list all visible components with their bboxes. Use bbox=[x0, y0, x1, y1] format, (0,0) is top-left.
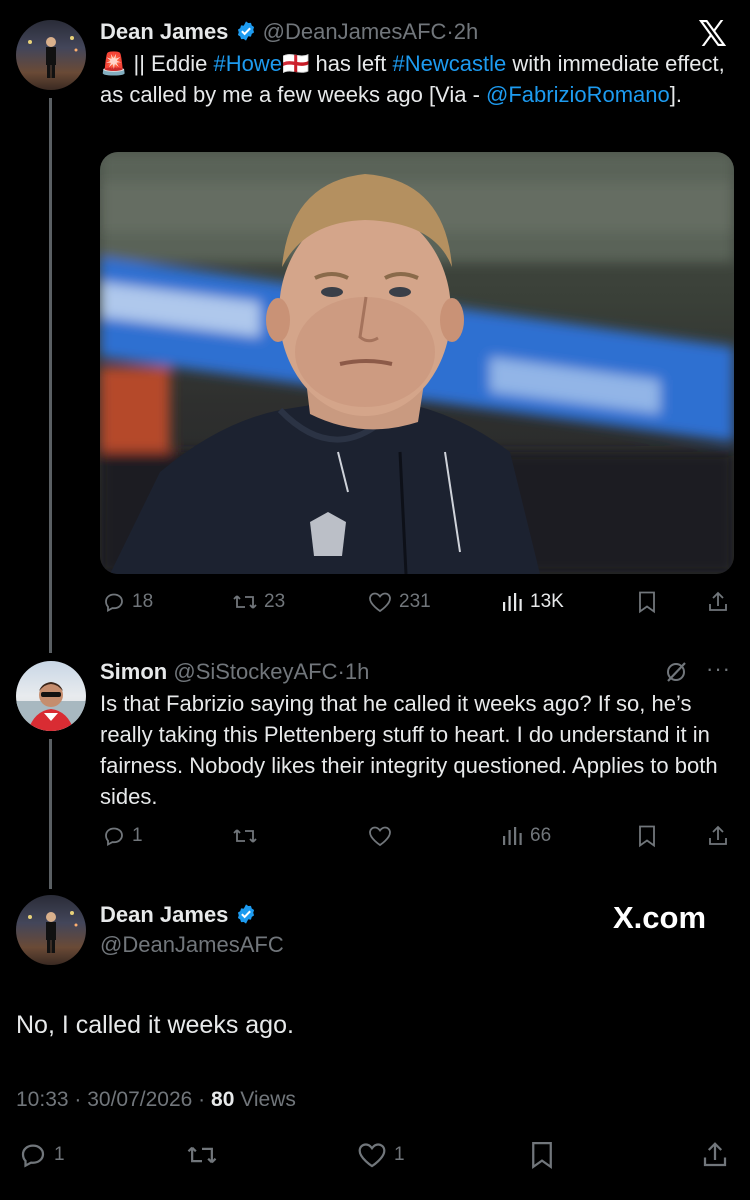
like-button[interactable]: 231 bbox=[367, 590, 431, 614]
verified-badge-icon bbox=[235, 20, 257, 49]
bookmark-icon bbox=[532, 1142, 552, 1170]
bookmark-button[interactable] bbox=[528, 1140, 556, 1170]
post-time[interactable]: 10:33 bbox=[16, 1088, 69, 1111]
avatar[interactable] bbox=[16, 895, 86, 965]
post-date[interactable]: 30/07/2026 bbox=[87, 1088, 192, 1111]
repost-button[interactable]: 23 bbox=[232, 590, 285, 614]
bookmark-button[interactable] bbox=[636, 590, 658, 614]
share-icon bbox=[709, 825, 727, 845]
views-count: 13K bbox=[530, 591, 564, 612]
avatar[interactable] bbox=[16, 20, 86, 90]
heart-icon bbox=[369, 826, 391, 847]
hashtag-link[interactable]: #Howe bbox=[213, 51, 281, 76]
tweet-header: Simon @SiStockeyAFC·1h bbox=[100, 658, 369, 686]
like-button[interactable]: 1 bbox=[356, 1140, 405, 1170]
like-button[interactable] bbox=[367, 824, 393, 848]
handle[interactable]: @DeanJamesAFC bbox=[100, 931, 284, 959]
separator-dot: · bbox=[337, 659, 345, 684]
share-icon bbox=[709, 591, 727, 611]
x-com-watermark: X.com bbox=[613, 900, 707, 935]
repost-button[interactable] bbox=[186, 1140, 218, 1170]
views-bars-icon bbox=[503, 593, 522, 611]
tweet-text: Is that Fabrizio saying that he called i… bbox=[100, 691, 718, 809]
handle[interactable]: @DeanJamesAFC bbox=[263, 19, 447, 44]
avatar[interactable] bbox=[16, 661, 86, 731]
mention-link[interactable]: @FabrizioRomano bbox=[486, 82, 670, 107]
reply-button[interactable]: 1 bbox=[102, 824, 143, 848]
views-count: 66 bbox=[530, 825, 552, 846]
share-button[interactable] bbox=[700, 1140, 730, 1170]
views-count: 80 bbox=[211, 1088, 235, 1111]
views-bars-icon bbox=[503, 827, 522, 845]
tweet-text: 🚨 || Eddie #Howe🏴󠁧󠁢󠁥󠁮󠁧󠁿 has left #Newcas… bbox=[100, 51, 725, 107]
grok-icon[interactable] bbox=[664, 660, 688, 689]
thread-line bbox=[49, 739, 52, 889]
reply-button[interactable]: 1 bbox=[18, 1140, 65, 1170]
tweet-text: No, I called it weeks ago. bbox=[16, 1011, 294, 1039]
share-button[interactable] bbox=[706, 824, 730, 848]
thread-line bbox=[49, 98, 52, 653]
reply-count: 18 bbox=[132, 591, 154, 612]
hashtag-link[interactable]: #Newcastle bbox=[393, 51, 507, 76]
share-button[interactable] bbox=[706, 590, 730, 614]
repost-icon bbox=[233, 595, 257, 609]
reply-count: 1 bbox=[54, 1144, 65, 1165]
tweet-header: Dean James bbox=[100, 901, 257, 932]
separator-dot: · bbox=[446, 19, 454, 44]
reply-count: 1 bbox=[132, 825, 143, 846]
share-icon bbox=[703, 1142, 727, 1167]
handle[interactable]: @SiStockeyAFC bbox=[173, 659, 337, 684]
views-label: Views bbox=[240, 1088, 296, 1111]
more-options-button[interactable]: ··· bbox=[706, 656, 731, 682]
heart-icon bbox=[369, 592, 391, 613]
tweet-photo[interactable] bbox=[100, 152, 734, 574]
repost-button[interactable] bbox=[232, 824, 258, 848]
tweet-header: Dean James @DeanJamesAFC·2h bbox=[100, 18, 478, 49]
bookmark-button[interactable] bbox=[636, 824, 658, 848]
tweet-meta: 10:33 · 30/07/2026 · 80 Views bbox=[16, 1088, 296, 1111]
repost-icon bbox=[233, 829, 257, 843]
like-count: 231 bbox=[399, 591, 431, 612]
reply-icon bbox=[105, 827, 123, 847]
like-count: 1 bbox=[394, 1144, 405, 1165]
display-name[interactable]: Simon bbox=[100, 659, 167, 684]
reply-button[interactable]: 18 bbox=[102, 590, 153, 614]
bookmark-icon bbox=[639, 825, 655, 848]
timestamp[interactable]: 2h bbox=[454, 19, 478, 44]
display-name[interactable]: Dean James bbox=[100, 902, 228, 927]
bookmark-icon bbox=[639, 591, 655, 614]
repost-count: 23 bbox=[264, 591, 286, 612]
reply-icon bbox=[21, 1144, 45, 1168]
display-name[interactable]: Dean James bbox=[100, 19, 228, 44]
repost-icon bbox=[187, 1146, 217, 1164]
timestamp[interactable]: 1h bbox=[345, 659, 369, 684]
reply-icon bbox=[105, 593, 123, 613]
england-flag-emoji: 🏴󠁧󠁢󠁥󠁮󠁧󠁿 bbox=[281, 51, 310, 76]
verified-badge-icon bbox=[235, 903, 257, 932]
heart-icon bbox=[358, 1143, 386, 1168]
views-button[interactable]: 66 bbox=[500, 824, 551, 848]
siren-emoji: 🚨 bbox=[100, 51, 128, 76]
views-button[interactable]: 13K bbox=[500, 590, 564, 614]
